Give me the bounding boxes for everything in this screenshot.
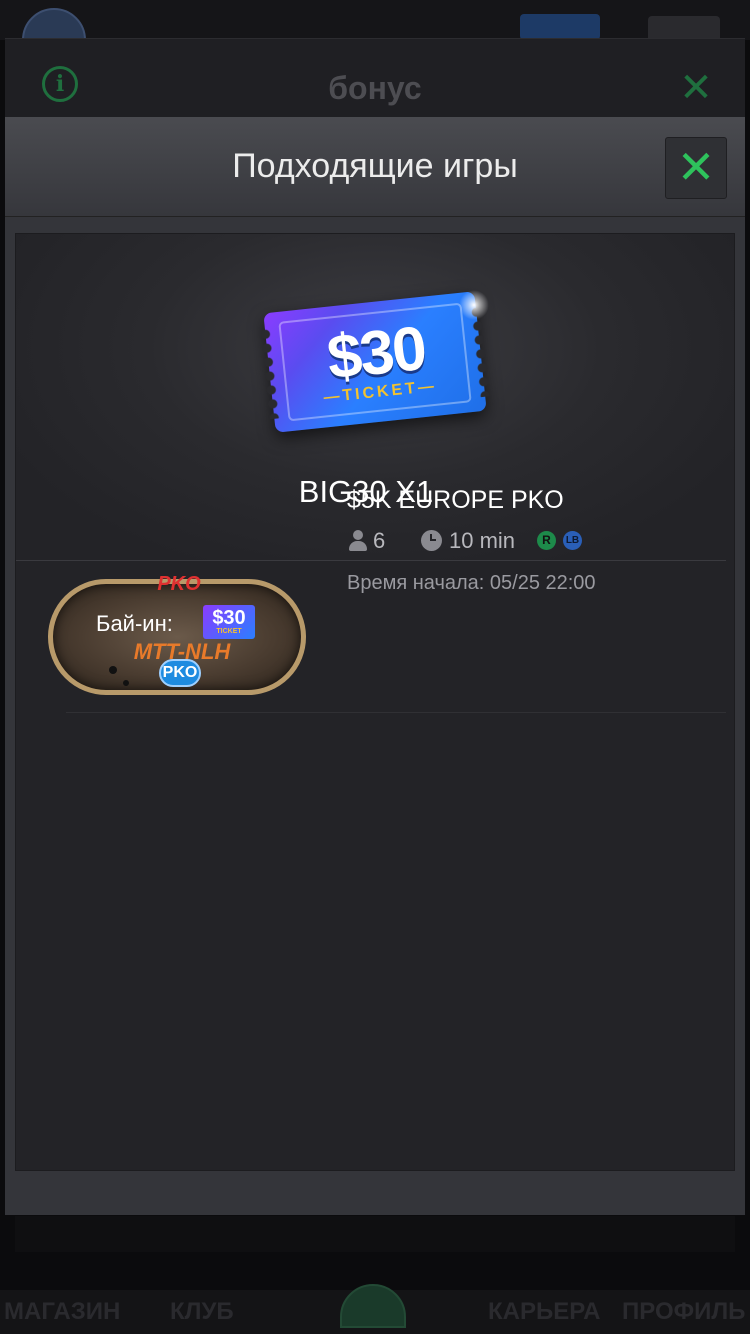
- background-card-badge: [520, 14, 600, 40]
- table-pko-label: PKO: [157, 573, 201, 595]
- tab-career: КАРЬЕРА: [488, 1298, 601, 1325]
- modal-body: $30 —TICKET— BIG30 X1 PKO Бай-ин: $30 TI…: [15, 233, 735, 1171]
- buyin-ticket-icon: $30 TICKET: [203, 605, 255, 639]
- bonus-title: бонус: [328, 70, 422, 106]
- ticket-icon: $30 —TICKET—: [263, 291, 487, 433]
- clock-icon: [421, 530, 442, 551]
- background-top-bar: [0, 0, 750, 40]
- rebuy-badge-icon: R: [537, 531, 556, 550]
- bonus-close-icon: ✕: [679, 66, 713, 110]
- sparkle-icon: [459, 290, 489, 320]
- leaderboard-badge-icon: LB: [563, 531, 582, 550]
- tab-club: КЛУБ: [170, 1298, 234, 1325]
- close-button[interactable]: ✕: [665, 137, 727, 199]
- screen: i бонус ✕ Подходящие игры ✕ $30 —TICKET—: [0, 0, 750, 1334]
- level-duration: 10 min: [449, 528, 516, 553]
- background-strip: [15, 1216, 735, 1252]
- game-meta: 6 10 min R LB: [347, 528, 727, 554]
- buyin-label: Бай-ин:: [96, 611, 173, 636]
- ticket-image: $30 —TICKET—: [261, 284, 491, 434]
- player-icon: [347, 530, 369, 552]
- modal-title: Подходящие игры: [232, 147, 518, 185]
- tab-shop: МАГАЗИН: [4, 1298, 121, 1325]
- start-time: Время начала: 05/25 22:00: [347, 572, 596, 594]
- suitable-games-modal: Подходящие игры ✕ $30 —TICKET— BIG30 X1: [5, 117, 745, 1215]
- game-name: $5K EUROPE PKO: [347, 486, 564, 514]
- pko-badge: PKO: [159, 659, 201, 687]
- modal-header: Подходящие игры ✕: [5, 117, 745, 217]
- player-count: 6: [373, 528, 386, 553]
- tab-profile: ПРОФИЛЬ: [622, 1298, 746, 1325]
- close-x-icon: ✕: [676, 141, 716, 193]
- row-divider: [66, 712, 726, 713]
